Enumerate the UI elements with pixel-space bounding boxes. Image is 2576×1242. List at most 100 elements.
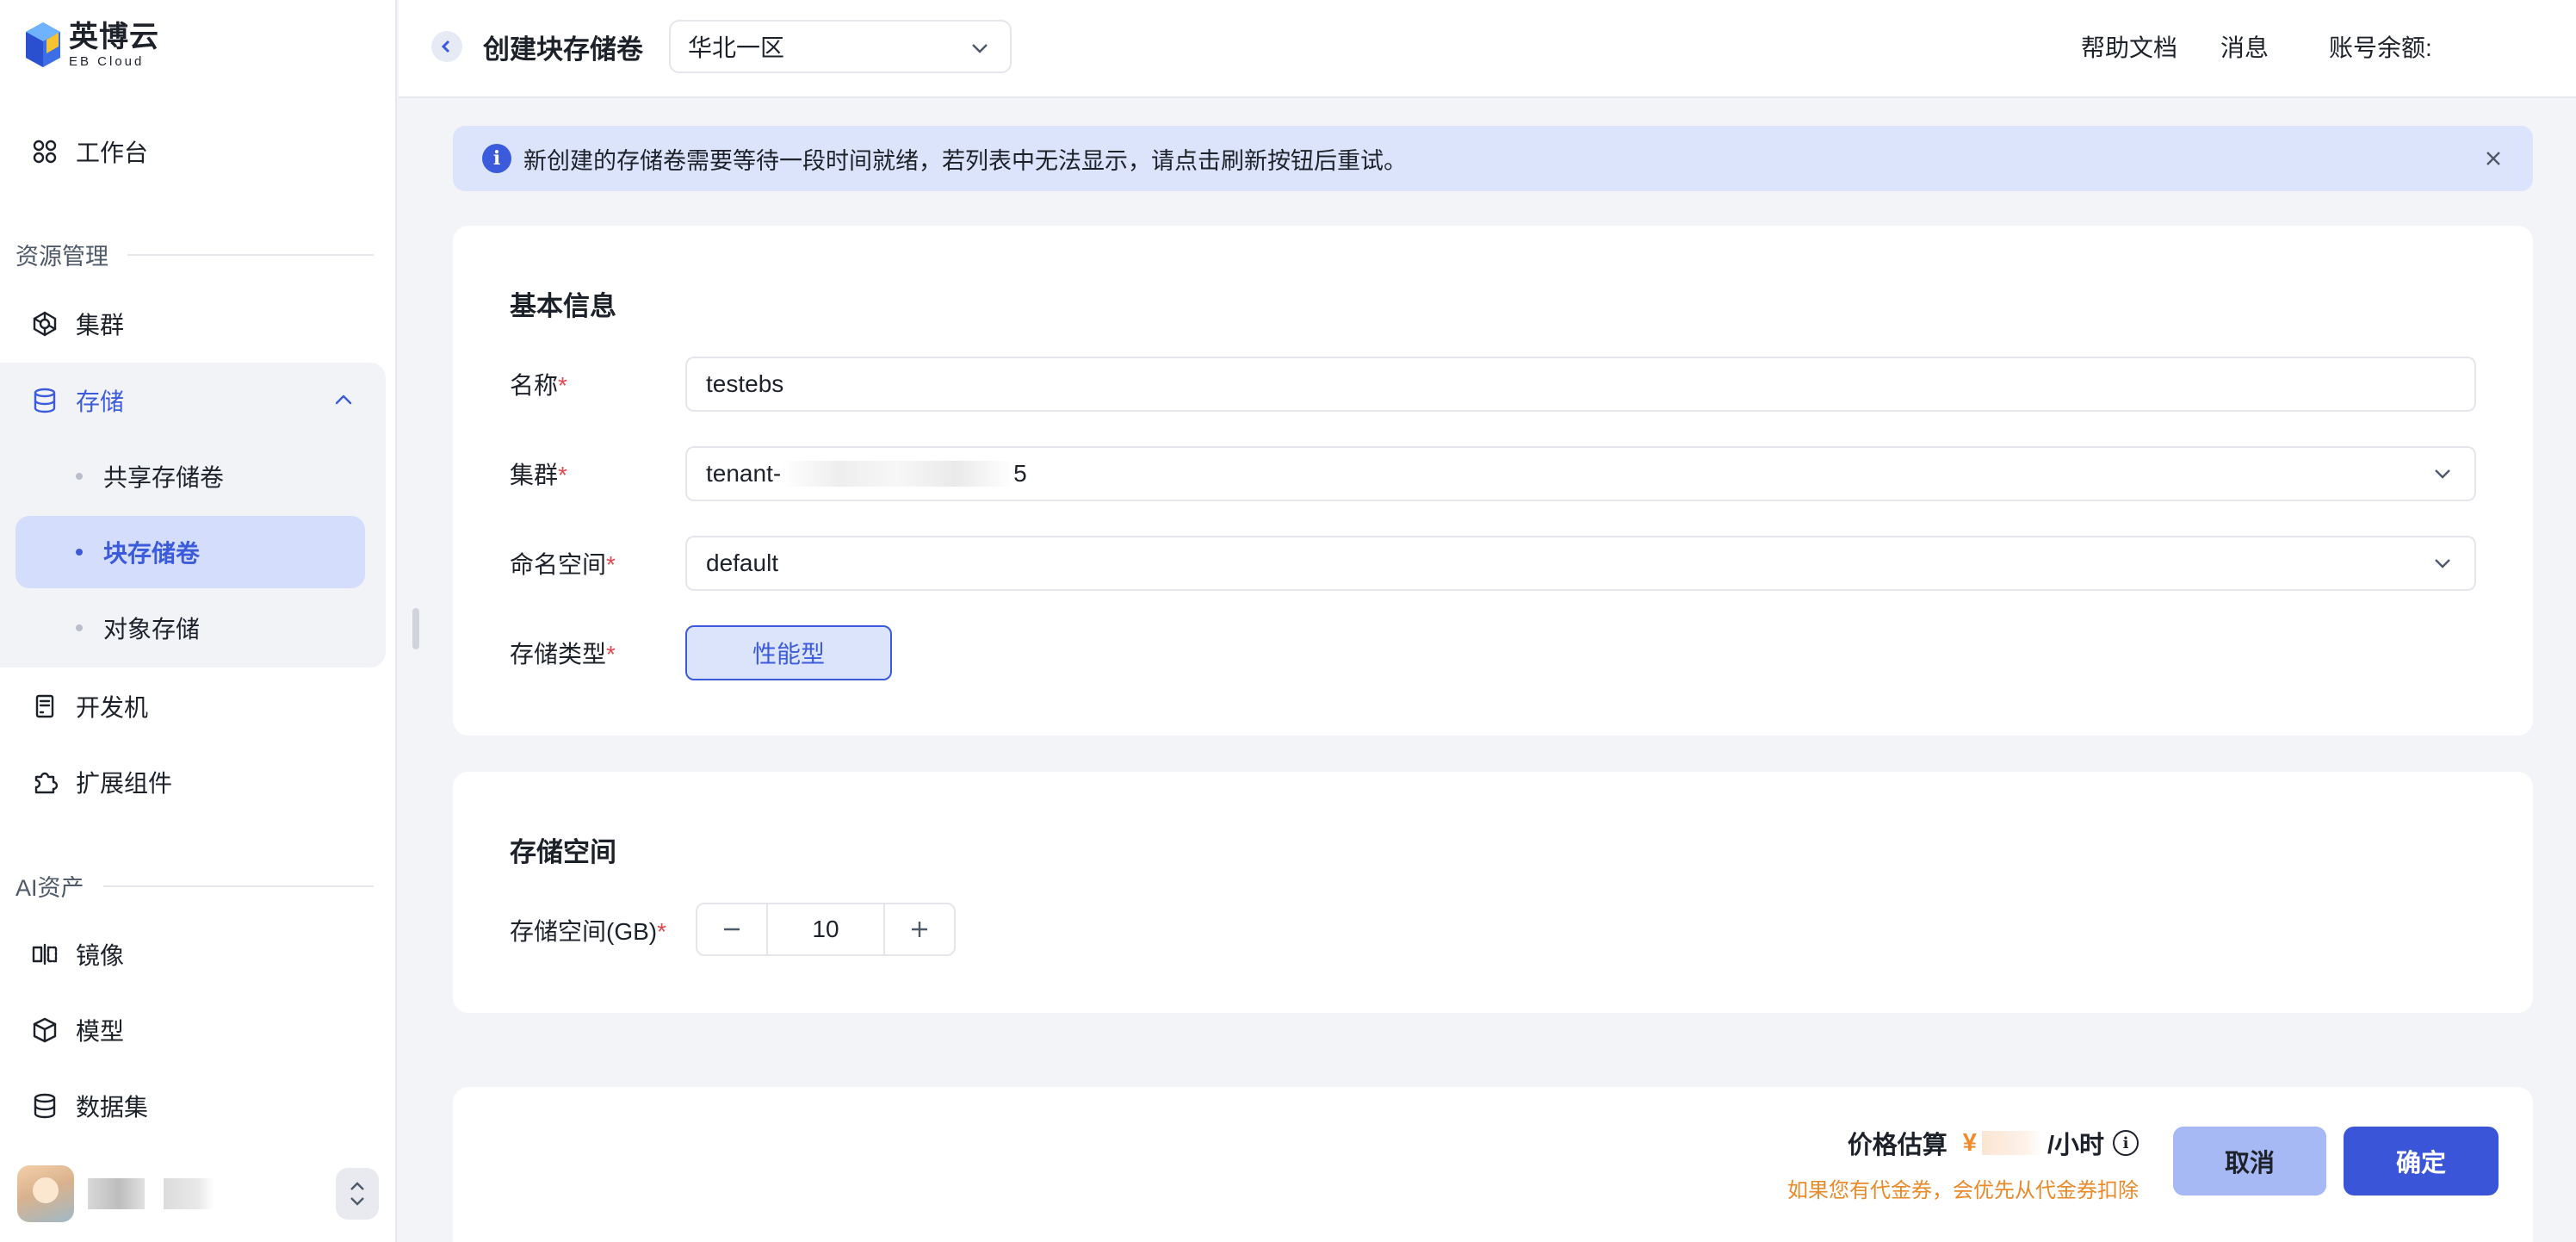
close-icon[interactable]: [2481, 146, 2505, 171]
sidebar-item-label: 模型: [76, 1018, 125, 1045]
confirm-button[interactable]: 确定: [2344, 1127, 2499, 1195]
bullet-icon: [76, 549, 83, 556]
chevron-down-icon: [2431, 552, 2455, 576]
back-button[interactable]: [431, 31, 462, 62]
sidebar-item-dataset[interactable]: 数据集: [15, 1075, 386, 1137]
sidebar-item-label: 对象存储: [103, 616, 201, 643]
required-mark: *: [606, 641, 616, 668]
sidebar-item-devbox[interactable]: 开发机: [15, 675, 386, 737]
cluster-value-prefix: tenant-: [706, 460, 782, 487]
sidebar-item-label: 集群: [76, 312, 125, 338]
brand-logo[interactable]: 英博云 EB Cloud: [24, 19, 159, 71]
label-text: 命名空间: [510, 551, 607, 578]
sidebar-item-storage[interactable]: 存储: [15, 369, 386, 432]
minus-icon: [724, 928, 740, 931]
sidebar-item-label: 块存储卷: [103, 540, 201, 567]
sidebar-item-extensions[interactable]: 扩展组件: [15, 751, 386, 813]
required-mark: *: [606, 551, 616, 578]
label-text: 集群: [510, 462, 559, 488]
section-label: 资源管理: [15, 244, 108, 270]
increment-button[interactable]: [885, 904, 954, 954]
sidebar-item-block-volume[interactable]: 块存储卷: [15, 516, 365, 588]
cluster-value-redacted: [781, 461, 1014, 487]
sidebar-item-label: 开发机: [76, 694, 149, 721]
label-text: 存储空间(GB): [510, 918, 658, 945]
grid-icon: [29, 136, 60, 167]
account-balance[interactable]: 账号余额:: [2329, 29, 2432, 64]
user-menu[interactable]: [17, 1164, 379, 1223]
sidebar-item-cluster[interactable]: 集群: [15, 293, 386, 355]
chevron-left-icon: [441, 40, 450, 53]
sidebar-item-model[interactable]: 模型: [15, 999, 386, 1061]
region-select[interactable]: 华北一区: [669, 20, 1012, 73]
section-label: AI资产: [15, 875, 84, 901]
storage-group: 存储 共享存储卷 块存储卷 对象存储: [0, 363, 386, 668]
brand-name-en: EB Cloud: [69, 53, 145, 69]
database-icon: [29, 385, 60, 416]
puzzle-icon: [29, 767, 60, 798]
region-value: 华北一区: [688, 34, 785, 61]
cluster-label: 集群*: [510, 456, 567, 491]
price-unit: /小时: [2047, 1132, 2104, 1159]
messages-link[interactable]: 消息: [2220, 29, 2269, 64]
info-icon[interactable]: i: [2113, 1130, 2139, 1156]
required-mark: *: [558, 372, 567, 399]
storage-size-stepper: 10: [696, 903, 956, 956]
bullet-icon: [76, 473, 83, 480]
chevron-up-icon[interactable]: [331, 387, 356, 413]
section-title: 存储空间: [510, 837, 616, 867]
section-title: 基本信息: [510, 291, 616, 321]
sidebar-item-label: 存储: [76, 388, 125, 415]
decrement-button[interactable]: [697, 904, 766, 954]
sidebar-resize-handle[interactable]: [412, 608, 419, 649]
top-header: 创建块存储卷 华北一区 帮助文档 消息 账号余额:: [399, 0, 2576, 98]
divider: [127, 253, 374, 256]
storage-size-input[interactable]: 10: [766, 904, 885, 954]
alert-text: 新创建的存储卷需要等待一段时间就绪，若列表中无法显示，请点击刷新按钮后重试。: [523, 147, 1407, 174]
section-ai-assets: AI资产: [15, 869, 374, 903]
account-switch-button[interactable]: [336, 1168, 379, 1220]
namespace-label: 命名空间*: [510, 546, 616, 581]
label-text: 存储类型: [510, 641, 607, 668]
storage-type-performance-option[interactable]: 性能型: [685, 625, 892, 680]
info-icon: i: [482, 144, 511, 173]
brand-name: 英博云: [69, 20, 159, 53]
sidebar-item-image[interactable]: 镜像: [15, 923, 386, 985]
action-footer: 价格估算 ¥ /小时 i 如果您有代金券，会优先从代金券扣除 取消 确定: [453, 1087, 2533, 1242]
sidebar-item-workspace[interactable]: 工作台: [15, 121, 386, 183]
required-mark: *: [558, 462, 567, 488]
sidebar-item-label: 数据集: [76, 1094, 149, 1121]
storage-space-card: 存储空间 存储空间(GB)* 10: [453, 772, 2533, 1013]
cluster-select[interactable]: tenant- 5: [685, 446, 2476, 501]
devbox-icon: [29, 691, 60, 722]
chevron-down-icon: [2431, 463, 2455, 487]
bullet-icon: [76, 624, 83, 631]
cluster-icon: [29, 308, 60, 339]
sidebar-item-shared-volume[interactable]: 共享存储卷: [15, 440, 365, 512]
cancel-button[interactable]: 取消: [2173, 1127, 2326, 1195]
section-resources: 资源管理: [15, 238, 374, 271]
price-value-redacted: [1981, 1131, 2042, 1155]
name-input[interactable]: testebs: [685, 357, 2476, 412]
namespace-value: default: [706, 550, 779, 576]
user-name-redacted: [88, 1178, 214, 1209]
currency-symbol: ¥: [1962, 1128, 1977, 1157]
mirror-icon: [29, 939, 60, 970]
sidebar-item-object-storage[interactable]: 对象存储: [15, 592, 365, 664]
storage-size-label: 存储空间(GB)*: [510, 913, 666, 947]
name-label: 名称*: [510, 367, 567, 401]
sidebar-item-label: 工作台: [76, 140, 149, 166]
sidebar: 英博云 EB Cloud 工作台 资源管理 集群 存储 共享存储卷 块存储卷 对…: [0, 0, 397, 1242]
help-docs-link[interactable]: 帮助文档: [2081, 29, 2177, 64]
namespace-select[interactable]: default: [685, 536, 2476, 591]
storage-type-label: 存储类型*: [510, 636, 616, 670]
page-title: 创建块存储卷: [483, 34, 643, 65]
name-value: testebs: [706, 370, 784, 397]
logo-mark-icon: [26, 22, 60, 67]
avatar[interactable]: [17, 1165, 74, 1222]
plus-icon: [912, 922, 927, 937]
price-label: 价格估算: [1847, 1132, 1947, 1159]
cluster-value-suffix: 5: [1013, 460, 1027, 487]
sidebar-item-label: 共享存储卷: [103, 464, 225, 491]
divider: [102, 885, 374, 887]
